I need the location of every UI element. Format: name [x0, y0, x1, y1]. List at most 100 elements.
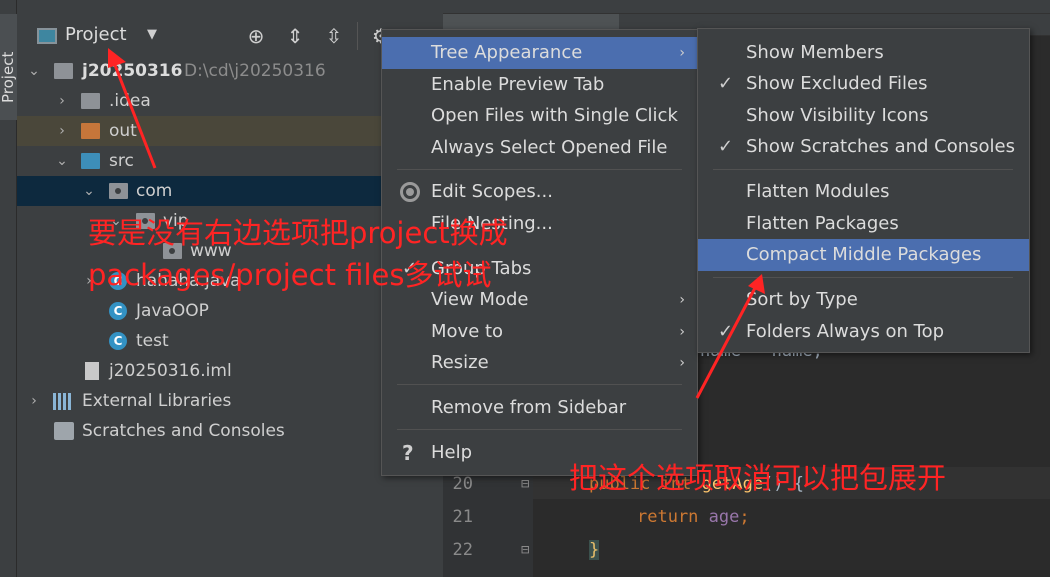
menu-item-label: Show Excluded Files — [746, 73, 928, 94]
tree-root-label: j20250316 — [82, 61, 183, 81]
tree-row-root[interactable]: ⌄ j20250316 D:\cd\j20250316 — [17, 56, 443, 86]
tree-item-label: .idea — [109, 91, 151, 111]
chevron-right-icon[interactable]: › — [55, 86, 69, 116]
annotation-note-line2: packages/project files多试试 — [88, 258, 492, 292]
chevron-down-icon[interactable]: ▼ — [147, 27, 157, 42]
menu-item-label: Folders Always on Top — [746, 321, 945, 342]
project-stripe-label: Project — [0, 51, 17, 103]
tree-item-label: JavaOOP — [136, 301, 209, 321]
code-token: return — [637, 507, 699, 527]
submenu-item-sort-by-type[interactable]: Sort by Type — [698, 284, 1029, 316]
menu-item-move-to[interactable]: Move to › — [382, 316, 697, 348]
menu-separator — [397, 384, 682, 385]
excluded-folder-icon — [81, 123, 100, 139]
code-token: age — [708, 507, 740, 527]
submenu-item-show-excluded[interactable]: ✓ Show Excluded Files — [698, 68, 1029, 100]
menu-item-enable-preview-tab[interactable]: Enable Preview Tab — [382, 69, 697, 101]
tree-item-label: j20250316.iml — [109, 361, 232, 381]
menu-item-edit-scopes[interactable]: Edit Scopes... — [382, 176, 697, 208]
collapse-all-icon[interactable]: ⇳ — [322, 24, 346, 48]
tree-row-out[interactable]: › out — [17, 116, 443, 146]
menu-item-label: Flatten Packages — [746, 213, 899, 234]
locate-icon[interactable]: ⊕ — [244, 24, 268, 48]
tree-row-src[interactable]: ⌄ src — [17, 146, 443, 176]
scopes-icon — [400, 182, 420, 202]
chevron-expanded-icon[interactable]: ⌄ — [27, 56, 41, 86]
tree-appearance-submenu: Show Members ✓ Show Excluded Files Show … — [697, 28, 1030, 353]
chevron-expanded-icon[interactable]: ⌄ — [82, 176, 96, 206]
chevron-right-icon[interactable]: › — [55, 116, 69, 146]
submenu-arrow-icon: › — [679, 324, 685, 340]
project-view-selector[interactable]: Project — [65, 24, 127, 45]
fold-icon[interactable]: ⊟ — [521, 542, 529, 558]
annotation-note-line1: 要是没有右边选项把project换成 — [88, 216, 508, 250]
menu-item-label: Edit Scopes... — [431, 181, 553, 202]
menu-item-open-single-click[interactable]: Open Files with Single Click — [382, 100, 697, 132]
tree-row-javaoop[interactable]: C JavaOOP — [17, 296, 443, 326]
expand-all-icon[interactable]: ⇕ — [283, 24, 307, 48]
java-class-icon: C — [109, 302, 127, 320]
tree-row-external-libraries[interactable]: › External Libraries — [17, 386, 443, 416]
checkmark-icon: ✓ — [718, 73, 734, 94]
menu-item-always-select[interactable]: Always Select Opened File — [382, 132, 697, 164]
iml-file-icon — [85, 362, 99, 380]
project-panel-header: Project ▼ ⊕ ⇕ ⇳ ⚙ — [17, 14, 443, 56]
menu-item-label: Tree Appearance — [431, 42, 583, 63]
menu-separator — [397, 429, 682, 430]
submenu-item-show-members[interactable]: Show Members — [698, 37, 1029, 69]
chevron-expanded-icon[interactable]: ⌄ — [55, 146, 69, 176]
submenu-item-compact-middle-packages[interactable]: Compact Middle Packages — [698, 239, 1029, 271]
menu-separator — [397, 169, 682, 170]
menu-item-label: Help — [431, 442, 473, 463]
checkmark-icon: ✓ — [718, 321, 734, 342]
tree-row-scratches[interactable]: Scratches and Consoles — [17, 416, 443, 446]
module-folder-icon — [54, 63, 73, 79]
menu-item-label: Open Files with Single Click — [431, 105, 678, 126]
tree-row-com[interactable]: ⌄ com — [17, 176, 443, 206]
menu-separator — [713, 277, 1013, 278]
tree-item-label: test — [136, 331, 169, 351]
submenu-item-flatten-packages[interactable]: Flatten Packages — [698, 208, 1029, 240]
submenu-arrow-icon: › — [679, 292, 685, 308]
line-number: 22 — [452, 540, 473, 560]
tree-row-iml[interactable]: j20250316.iml — [17, 356, 443, 386]
menu-item-resize[interactable]: Resize › — [382, 347, 697, 379]
project-stripe-button[interactable]: Project — [0, 14, 17, 120]
menu-item-label: Show Members — [746, 42, 884, 63]
tree-item-label: src — [109, 151, 134, 171]
menu-item-label: Resize — [431, 352, 489, 373]
tree-row-test[interactable]: C test — [17, 326, 443, 356]
menu-item-label: Move to — [431, 321, 504, 342]
menu-item-label: Show Visibility Icons — [746, 105, 929, 126]
submenu-item-show-visibility[interactable]: Show Visibility Icons — [698, 100, 1029, 132]
submenu-item-folders-on-top[interactable]: ✓ Folders Always on Top — [698, 316, 1029, 348]
package-icon — [109, 183, 128, 199]
folder-icon — [81, 93, 100, 109]
tree-item-label: out — [109, 121, 137, 141]
tree-row-idea[interactable]: › .idea — [17, 86, 443, 116]
submenu-item-show-scratches[interactable]: ✓ Show Scratches and Consoles — [698, 131, 1029, 163]
java-class-icon: C — [109, 332, 127, 350]
tree-item-label: External Libraries — [82, 391, 232, 411]
scratches-icon — [54, 422, 74, 440]
line-number: 20 — [452, 474, 473, 494]
tree-root-path: D:\cd\j20250316 — [184, 61, 326, 81]
project-view-icon — [37, 28, 57, 44]
tree-item-label: Scratches and Consoles — [82, 421, 285, 441]
menu-item-label: Remove from Sidebar — [431, 397, 627, 418]
library-icon — [53, 393, 73, 410]
menu-item-label: Sort by Type — [746, 289, 858, 310]
menu-item-label: Always Select Opened File — [431, 137, 668, 158]
menu-item-tree-appearance[interactable]: Tree Appearance › — [382, 37, 697, 69]
menu-item-label: Enable Preview Tab — [431, 74, 605, 95]
menu-item-label: Show Scratches and Consoles — [746, 136, 1015, 157]
code-token: ; — [739, 507, 750, 527]
submenu-arrow-icon: › — [679, 355, 685, 371]
chevron-right-icon[interactable]: › — [27, 386, 41, 416]
submenu-item-flatten-modules[interactable]: Flatten Modules — [698, 176, 1029, 208]
menu-item-remove-from-sidebar[interactable]: Remove from Sidebar — [382, 392, 697, 424]
fold-icon[interactable]: ⊟ — [521, 476, 529, 492]
line-number: 21 — [452, 507, 473, 527]
tree-item-label: com — [136, 181, 173, 201]
menu-item-label: Flatten Modules — [746, 181, 890, 202]
